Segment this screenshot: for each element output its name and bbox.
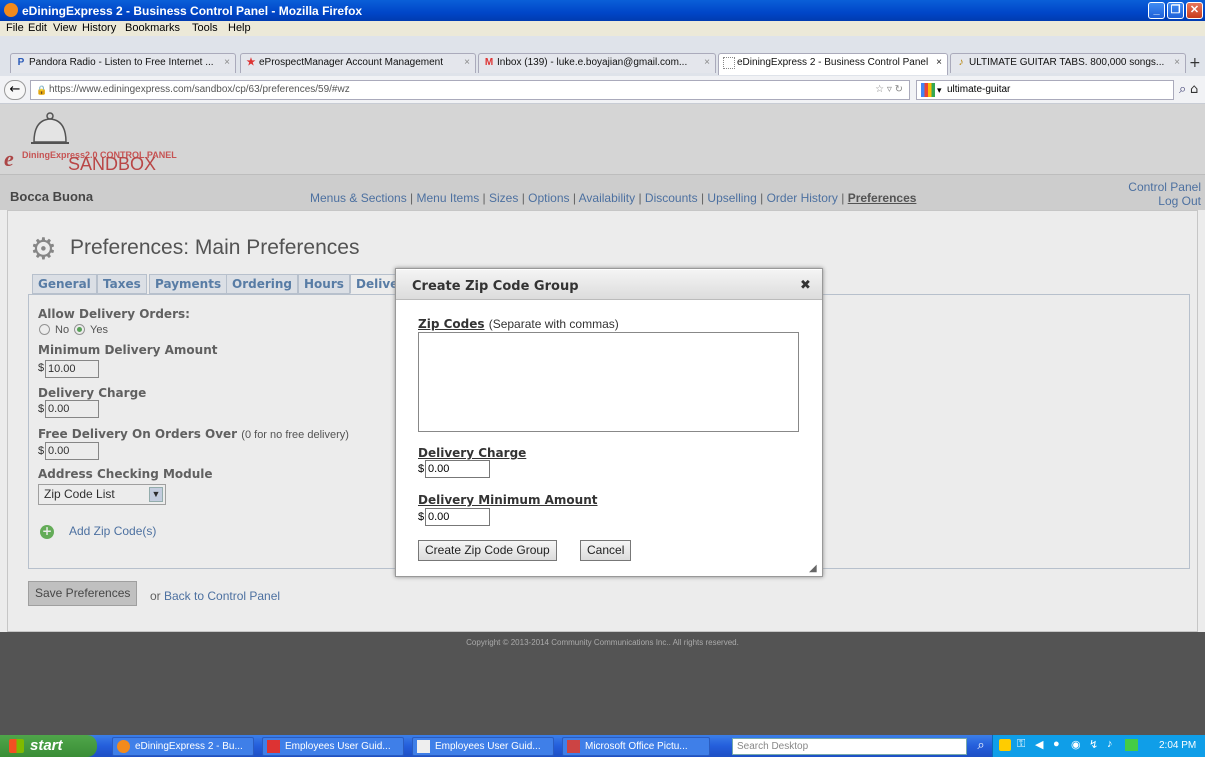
menu-edit[interactable]: Edit [28, 22, 47, 34]
pdf-icon [267, 740, 280, 753]
document-icon [417, 740, 430, 753]
search-bar[interactable]: ▾ ultimate-guitar [916, 80, 1174, 100]
menu-bookmarks[interactable]: Bookmarks [125, 22, 180, 34]
windows-logo-icon [9, 739, 24, 753]
menu-bar: File Edit View History Bookmarks Tools H… [0, 21, 1205, 36]
close-tab-icon[interactable]: × [464, 54, 470, 72]
security-icon[interactable]: ◉ [1071, 738, 1081, 751]
window-title-bar: eDiningExpress 2 - Business Control Pane… [0, 0, 1205, 21]
search-magnifier-icon[interactable]: ⌕ [1179, 82, 1186, 97]
clock[interactable]: 2:04 PM [1159, 740, 1196, 751]
lock-icon: 🔒 [36, 85, 48, 95]
menu-help[interactable]: Help [228, 22, 251, 34]
volume-icon[interactable]: ♪ [1107, 738, 1113, 750]
browser-tab-eprospect[interactable]: ★ eProspectManager Account Management × [240, 53, 476, 73]
search-engine-dropdown-icon[interactable]: ▾ [937, 81, 942, 99]
currency-symbol: $ [418, 463, 425, 475]
menu-file[interactable]: File [6, 22, 24, 34]
window-title: eDiningExpress 2 - Business Control Pane… [22, 4, 363, 18]
modal-charge-input[interactable]: 0.00 [425, 460, 490, 478]
modal-min-input[interactable]: 0.00 [425, 508, 490, 526]
zip-codes-label: Zip Codes (Separate with commas) [418, 317, 619, 331]
taskbar-item-firefox[interactable]: eDiningExpress 2 - Bu... [112, 737, 254, 756]
connection-icon[interactable]: ↯ [1089, 738, 1098, 751]
blank-page-icon [723, 57, 735, 69]
url-text: https://www.ediningexpress.com/sandbox/c… [49, 84, 350, 95]
taskbar-item-pdf-1[interactable]: Employees User Guid... [262, 737, 404, 756]
close-tab-icon[interactable]: × [224, 54, 230, 72]
back-button[interactable]: ← [4, 80, 26, 100]
update-icon[interactable] [1125, 739, 1138, 751]
sound-icon[interactable]: ◀ [1035, 738, 1043, 751]
zip-codes-textarea[interactable] [418, 332, 799, 432]
firefox-icon [4, 3, 18, 17]
desktop-search-input[interactable]: Search Desktop [732, 738, 967, 755]
currency-symbol: $ [418, 511, 425, 523]
close-icon[interactable]: ✖ [800, 278, 811, 293]
pandora-icon: P [17, 57, 25, 68]
start-button[interactable]: start [0, 735, 97, 757]
close-tab-icon[interactable]: × [936, 54, 942, 72]
home-icon[interactable]: ⌂ [1190, 82, 1198, 97]
close-window-button[interactable]: ✕ [1186, 2, 1203, 19]
taskbar-item-pdf-2[interactable]: Employees User Guid... [412, 737, 554, 756]
url-bar[interactable]: 🔒 https://www.ediningexpress.com/sandbox… [30, 80, 910, 100]
copyright-text: Copyright © 2013-2014 Community Communic… [466, 638, 739, 647]
google-icon [921, 83, 935, 97]
menu-view[interactable]: View [53, 22, 77, 34]
create-zip-group-button[interactable]: Create Zip Code Group [418, 540, 557, 561]
messenger-icon[interactable]: ● [1053, 738, 1060, 750]
network-icon[interactable]: ⚿ [1017, 738, 1025, 751]
site-footer [0, 632, 1205, 735]
guitar-icon: ♪ [958, 57, 964, 68]
modal-min-label: Delivery Minimum Amount [418, 493, 598, 507]
close-tab-icon[interactable]: × [1174, 54, 1180, 72]
modal-title: Create Zip Code Group [412, 279, 579, 294]
eprospect-icon: ★ [246, 57, 256, 68]
cancel-button[interactable]: Cancel [580, 540, 632, 561]
browser-tab-ultimate-guitar[interactable]: ♪ ULTIMATE GUITAR TABS. 800,000 songs...… [950, 53, 1186, 73]
browser-tab-pandora[interactable]: P Pandora Radio - Listen to Free Interne… [10, 53, 236, 73]
browser-tab-gmail[interactable]: M Inbox (139) - luke.e.boyajian@gmail.co… [478, 53, 716, 73]
new-tab-button[interactable]: + [1189, 55, 1201, 71]
search-icon[interactable]: ⌕ [972, 737, 990, 755]
browser-tab-ediningexpress[interactable]: eDiningExpress 2 - Business Control Pane… [718, 53, 948, 75]
help-icon[interactable] [999, 739, 1011, 751]
menu-history[interactable]: History [82, 22, 116, 34]
gmail-icon: M [484, 57, 494, 68]
maximize-button[interactable]: ❐ [1167, 2, 1184, 19]
close-tab-icon[interactable]: × [704, 54, 710, 72]
resize-handle-icon[interactable]: ◢ [809, 563, 817, 574]
system-tray: ⚿ ◀ ● ◉ ↯ ♪ 2:04 PM [992, 735, 1205, 757]
taskbar-item-office-picture[interactable]: Microsoft Office Pictu... [562, 737, 710, 756]
bookmark-star-icon[interactable]: ☆ ▿ ↻ [875, 81, 903, 99]
search-text: ultimate-guitar [947, 84, 1011, 95]
zip-codes-hint: (Separate with commas) [488, 317, 619, 331]
minimize-button[interactable]: _ [1148, 2, 1165, 19]
menu-tools[interactable]: Tools [192, 22, 218, 34]
modal-charge-label: Delivery Charge [418, 446, 527, 460]
firefox-icon [117, 740, 130, 753]
picture-manager-icon [567, 740, 580, 753]
